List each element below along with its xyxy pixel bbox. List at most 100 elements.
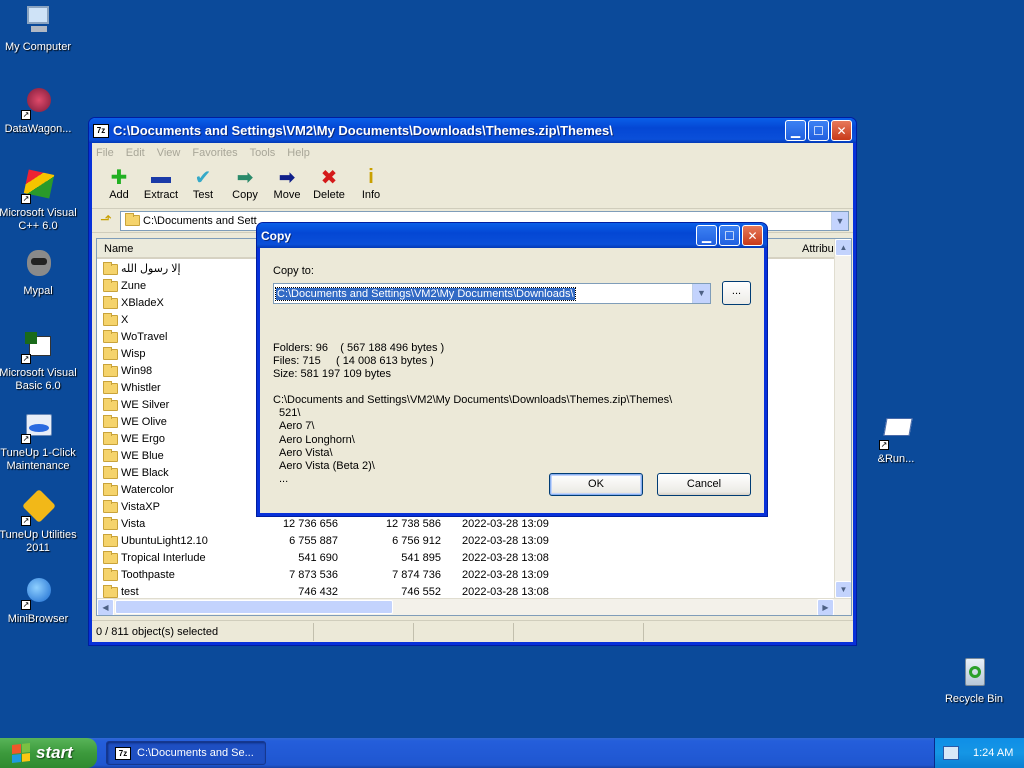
move-button[interactable]: ➡ Move [266,163,308,202]
test-button[interactable]: ✔ Test [182,163,224,202]
folder-icon [103,465,118,479]
datawagon-icon: ↗ [21,86,55,120]
desktop-icon-tuneup-utilities[interactable]: ↗ TuneUp Utilities 2011 [0,489,78,555]
folder-icon [103,329,118,343]
tool-label: Test [192,189,214,201]
menu-favorites[interactable]: Favorites [192,147,237,159]
info-button[interactable]: i Info [350,163,392,202]
source-item: Aero 7\ [279,420,315,433]
item-name: UbuntuLight12.10 [121,535,208,547]
item-modified: 2022-03-28 13:09 [462,569,549,581]
copy-button[interactable]: ➡ Copy [224,163,266,202]
item-name: WE Olive [121,416,167,428]
list-item[interactable]: Toothpaste 7 873 536 7 874 736 2022-03-28 1… [97,567,833,584]
browse-button[interactable]: ... [722,281,751,305]
source-path: C:\Documents and Settings\VM2\My Documen… [273,394,673,406]
status-cell [314,622,414,641]
desktop-icon-mypal[interactable]: Mypal [0,248,78,298]
address-dropdown-button[interactable]: ▼ [831,211,848,230]
dialog-maximize-button[interactable]: ☐ [719,225,740,246]
desktop-icon-label: Microsoft Visual C++ 6.0 [0,207,77,232]
folder-icon [103,397,118,411]
dialog-close-button[interactable]: ✕ [742,225,763,246]
list-item[interactable]: Vista 12 736 656 12 738 586 2022-03-28 13:0… [97,516,833,533]
minimize-button[interactable]: ▁ [785,120,806,141]
close-button[interactable]: ✕ [831,120,852,141]
tray-network-icon[interactable] [943,746,959,760]
maximize-button[interactable]: ☐ [808,120,829,141]
app-icon: 7z [93,123,109,138]
item-name: test [121,586,139,598]
folder-icon [125,213,140,226]
status-cell [414,622,514,641]
menu-view[interactable]: View [157,147,181,159]
extract-button[interactable]: ▬ Extract [140,163,182,202]
dialog-titlebar[interactable]: Copy ▁ ☐ ✕ [257,223,767,248]
folder-icon [103,584,118,598]
desktop-icon-visual-cpp[interactable]: ↗ Microsoft Visual C++ 6.0 [0,169,78,233]
copy-icon: ➡ [236,166,254,189]
item-modified: 2022-03-28 13:08 [462,552,549,564]
window-titlebar[interactable]: 7z C:\Documents and Settings\VM2\My Docu… [89,118,856,143]
desktop-icon-run[interactable]: ↗ &Run... [856,416,936,466]
scroll-right-button[interactable]: ▶ [817,599,834,615]
list-item[interactable]: Tropical Interlude 541 690 541 895 2022-03-… [97,550,833,567]
files-summary: Files: 715 ( 14 008 613 bytes ) [273,355,434,367]
window-title: C:\Documents and Settings\VM2\My Documen… [113,123,613,138]
scroll-up-button[interactable]: ▲ [835,239,851,256]
item-name: Vista [121,518,146,530]
dialog-minimize-button[interactable]: ▁ [696,225,717,246]
destination-combobox[interactable]: C:\Documents and Settings\VM2\My Documen… [273,283,711,304]
desktop-icon-visual-basic[interactable]: ↗ Microsoft Visual Basic 6.0 [0,330,78,393]
scroll-left-button[interactable]: ◀ [97,599,114,615]
delete-button[interactable]: ✖ Delete [308,163,350,202]
horizontal-scroll-thumb[interactable] [115,600,393,614]
close-icon: ✕ [836,123,847,138]
folder-icon [103,312,118,326]
desktop-icon-tuneup-maintenance[interactable]: ↗ TuneUp 1-Click Maintenance [0,410,78,473]
computer-icon [21,4,55,38]
item-name: X [121,314,129,326]
add-button[interactable]: ✚ Add [98,163,140,202]
desktop-icon-label: Mypal [23,285,53,297]
tuneup-maintenance-icon: ↗ [21,410,55,444]
list-item[interactable]: UbuntuLight12.10 6 755 887 6 756 912 2022-0… [97,533,833,550]
start-button[interactable]: start [0,738,97,768]
scroll-down-button[interactable]: ▼ [835,581,851,598]
desktop-icon-recycle-bin[interactable]: Recycle Bin [934,656,1014,706]
delete-icon: ✖ [320,166,338,189]
windows-logo-icon [12,743,30,763]
cancel-button[interactable]: Cancel [657,473,751,496]
menu-tools[interactable]: Tools [250,147,276,159]
column-name[interactable]: Name [104,243,133,255]
toolbar: ✚ Add ▬ Extract ✔ Test ➡ Copy ➡ Move ✖ Delete … [92,163,853,209]
tool-label: Delete [313,189,345,201]
address-text: C:\Documents and Sett [143,214,257,227]
taskbar-item-7zip[interactable]: 7z C:\Documents and Se... [106,741,266,765]
desktop-icon-datawagon[interactable]: ↗ DataWagon... [0,86,78,136]
destination-input[interactable]: C:\Documents and Settings\VM2\My Documen… [275,286,576,301]
folder-icon [103,499,118,513]
system-tray: 1:24 AM [934,738,1024,768]
menu-help[interactable]: Help [287,147,310,159]
up-folder-button[interactable]: ⬏ [96,211,116,231]
desktop-icon-my-computer[interactable]: My Computer [0,4,78,54]
ok-button[interactable]: OK [549,473,643,496]
destination-dropdown-button[interactable]: ▼ [692,284,710,303]
source-item: 521\ [279,407,301,420]
horizontal-scrollbar[interactable]: ◀ ▶ [97,598,851,615]
menu-edit[interactable]: Edit [126,147,145,159]
column-attributes[interactable]: Attribu [802,243,834,255]
copy-to-label: Copy to: [273,265,314,277]
clock[interactable]: 1:24 AM [973,747,1013,759]
menu-file[interactable]: File [96,147,114,159]
source-item: Aero Vista\ [279,446,333,459]
item-name: Win98 [121,365,153,377]
tuneup-utilities-icon: ↗ [21,489,56,526]
vertical-scrollbar[interactable]: ▲ ▼ [834,239,851,598]
move-icon: ➡ [278,166,296,189]
item-name: إلا رسول الله [121,263,181,275]
item-size: 12 736 656 [282,518,338,530]
desktop-icon-minibrowser[interactable]: ↗ MiniBrowser [0,576,78,626]
desktop-icon-label: MiniBrowser [7,613,69,625]
